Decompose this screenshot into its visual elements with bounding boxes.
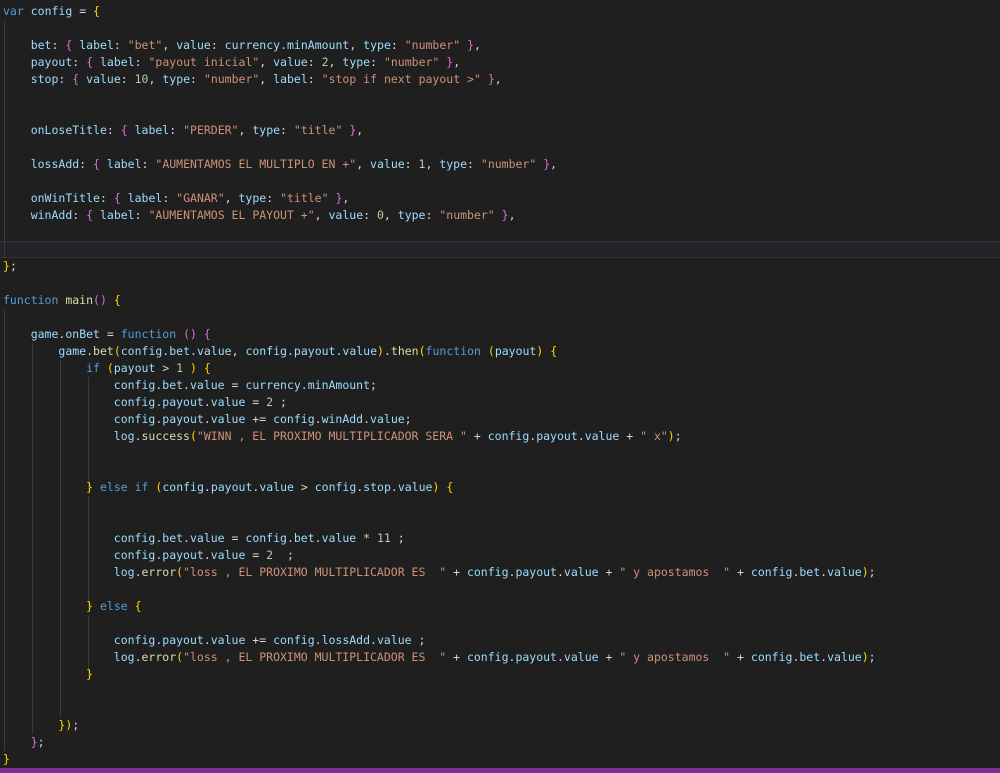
code-line: config.bet.value = currency.minAmount; (3, 377, 1000, 394)
code-line: var config = { (3, 3, 1000, 20)
code-line (3, 496, 1000, 513)
code-line: game.onBet = function () { (3, 326, 1000, 343)
code-line: }); (3, 717, 1000, 734)
code-editor[interactable]: | | , , | ,var config = { bet: { label: … (0, 0, 1000, 773)
code-line (3, 445, 1000, 462)
code-line: if (payout > 1 ) { (3, 360, 1000, 377)
code-line: lossAdd: { label: "AUMENTAMOS EL MULTIPL… (3, 156, 1000, 173)
code-line: config.payout.value = 2 ; (3, 547, 1000, 564)
code-line (3, 139, 1000, 156)
status-bar[interactable] (0, 768, 1000, 773)
code-line: config.payout.value += config.lossAdd.va… (3, 632, 1000, 649)
code-line (3, 683, 1000, 700)
code-line: stop: { value: 10, type: "number", label… (3, 71, 1000, 88)
code-line (3, 88, 1000, 105)
code-line (3, 615, 1000, 632)
code-line: function main() { (3, 292, 1000, 309)
code-line: onLoseTitle: { label: "PERDER", type: "t… (3, 122, 1000, 139)
code-line: winAdd: { label: "AUMENTAMOS EL PAYOUT +… (3, 207, 1000, 224)
code-line: }; (3, 734, 1000, 751)
code-line: } else { (3, 598, 1000, 615)
code-line: onWinTitle: { label: "GANAR", type: "tit… (3, 190, 1000, 207)
code-line (3, 241, 1000, 258)
code-line: } else if (config.payout.value > config.… (3, 479, 1000, 496)
code-line: config.bet.value = config.bet.value * 11… (3, 530, 1000, 547)
code-line: game.bet(config.bet.value, config.payout… (3, 343, 1000, 360)
code-line: }; (3, 258, 1000, 275)
code-line (3, 20, 1000, 37)
code-line (3, 462, 1000, 479)
code-line (3, 224, 1000, 241)
code-line: config.payout.value += config.winAdd.val… (3, 411, 1000, 428)
code-line: payout: { label: "payout inicial", value… (3, 54, 1000, 71)
code-line: config.payout.value = 2 ; (3, 394, 1000, 411)
code-line (3, 105, 1000, 122)
code-line (3, 513, 1000, 530)
code-line (3, 173, 1000, 190)
code-line: log.error("loss , EL PROXIMO MULTIPLICAD… (3, 564, 1000, 581)
code-line: log.error("loss , EL PROXIMO MULTIPLICAD… (3, 649, 1000, 666)
code-lines: | | , , | ,var config = { bet: { label: … (3, 0, 1000, 768)
code-line (3, 700, 1000, 717)
code-line: log.success("WINN , EL PROXIMO MULTIPLIC… (3, 428, 1000, 445)
code-line: bet: { label: "bet", value: currency.min… (3, 37, 1000, 54)
code-line: } (3, 751, 1000, 768)
code-line: } (3, 666, 1000, 683)
code-line (3, 275, 1000, 292)
code-line (3, 309, 1000, 326)
code-line (3, 581, 1000, 598)
